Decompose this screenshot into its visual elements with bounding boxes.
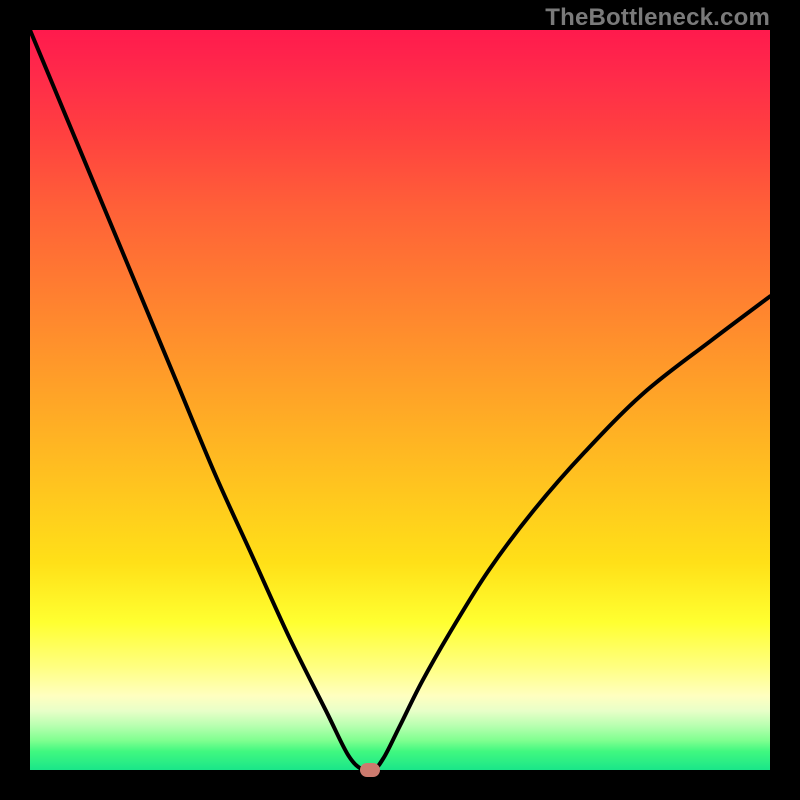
- valley-marker: [360, 763, 380, 777]
- chart-frame: TheBottleneck.com: [0, 0, 800, 800]
- curve-path: [30, 30, 770, 770]
- bottleneck-curve: [30, 30, 770, 770]
- plot-area: [30, 30, 770, 770]
- watermark-text: TheBottleneck.com: [545, 4, 770, 32]
